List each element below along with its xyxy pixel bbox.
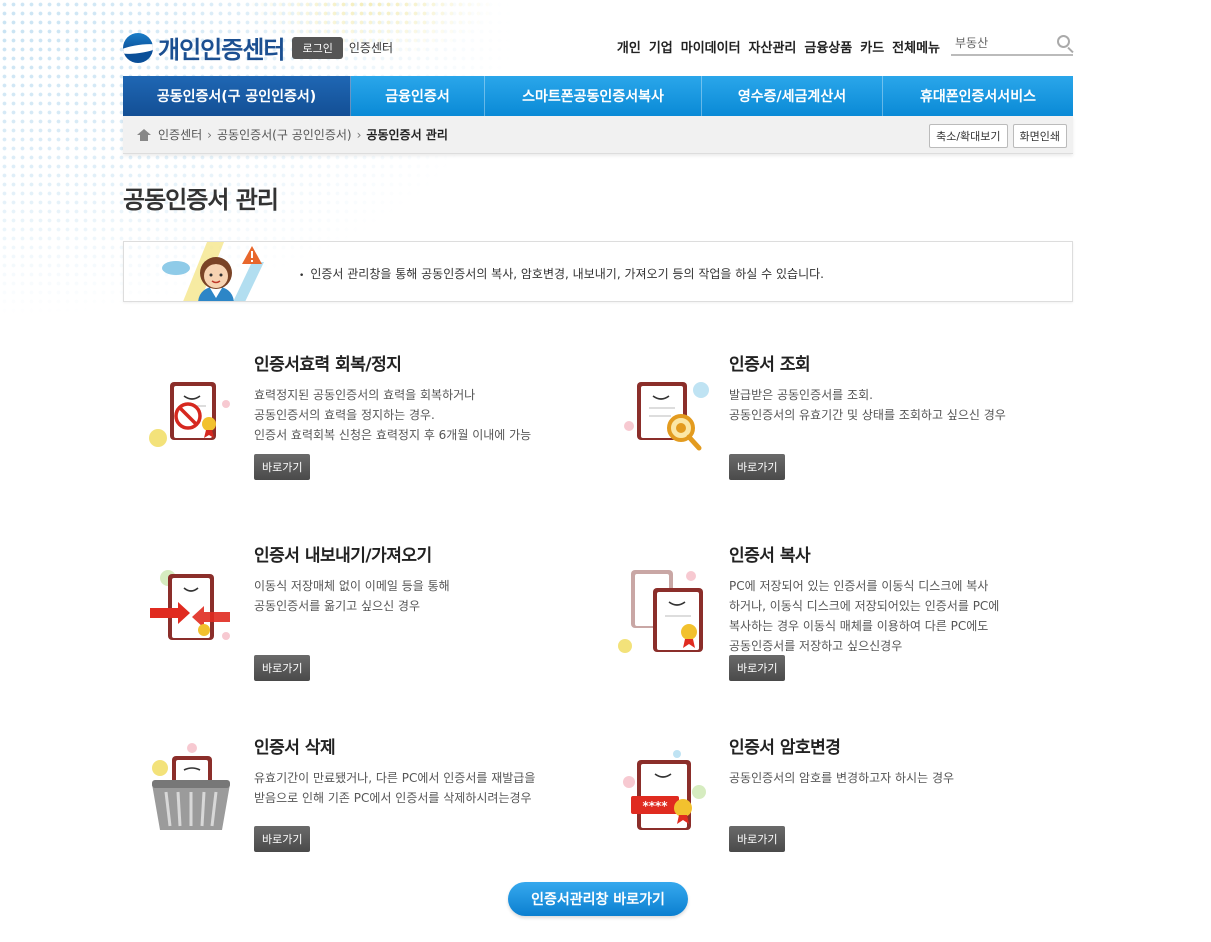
top-menu-all[interactable]: 전체메뉴	[892, 37, 940, 56]
go-button-password-change[interactable]: 바로가기	[729, 826, 786, 852]
go-button-delete[interactable]: 바로가기	[254, 826, 311, 852]
card-description: 공동인증서의 암호를 변경하고자 하시는 경우	[729, 768, 1149, 788]
card-title: 인증서효력 회복/정지	[254, 355, 402, 375]
card-desc-line: 이동식 저장매체 없이 이메일 등을 통해	[254, 579, 450, 593]
card-lookup: 인증서 조회 발급받은 공동인증서를 조회. 공동인증서의 유효기간 및 상태를…	[729, 350, 1149, 425]
search-input[interactable]	[951, 33, 1051, 52]
breadcrumb: 인증센터 › 공동인증서(구 공인인증서) › 공동인증서 관리 축소/확대보기…	[123, 116, 1073, 154]
certificate-copy-icon	[618, 570, 703, 653]
certificate-search-icon	[624, 382, 709, 451]
chevron-right-icon: ›	[356, 127, 362, 142]
go-button-lookup[interactable]: 바로가기	[729, 454, 786, 480]
certificate-export-import-icon	[150, 570, 230, 640]
certificate-suspend-icon	[149, 382, 230, 447]
card-title: 인증서 복사	[729, 546, 811, 566]
search-icon[interactable]	[1057, 35, 1070, 48]
card-desc-line: 유효기간이 만료됐거나, 다른 PC에서 인증서를 재발급을	[254, 771, 536, 785]
nav-tab-receipt[interactable]: 영수증/세금계산서	[702, 76, 883, 116]
nav-tab-mobile-certificate[interactable]: 휴대폰인증서서비스	[883, 76, 1073, 116]
info-box: 인증서 관리창을 통해 공동인증서의 복사, 암호변경, 내보내기, 가져오기 …	[123, 241, 1073, 302]
card-description: 이동식 저장매체 없이 이메일 등을 통해 공동인증서를 옮기고 싶으신 경우	[254, 576, 674, 616]
card-description: PC에 저장되어 있는 인증서를 이동식 디스크에 복사 하거나, 이동식 디스…	[729, 576, 1149, 656]
card-desc-line: 발급받은 공동인증서를 조회.	[729, 388, 873, 402]
top-menu-asset[interactable]: 자산관리	[749, 37, 797, 56]
nav-tab-smartphone-copy[interactable]: 스마트폰공동인증서복사	[485, 76, 702, 116]
top-menu-card[interactable]: 카드	[860, 37, 884, 56]
login-button[interactable]: 로그인	[292, 36, 343, 59]
helper-character-illustration	[162, 242, 264, 301]
breadcrumb-tools: 축소/확대보기 화면인쇄	[929, 124, 1067, 148]
top-menu-business[interactable]: 기업	[649, 37, 673, 56]
nav-tab-joint-certificate[interactable]: 공동인증서(구 공인인증서)	[123, 76, 351, 116]
card-desc-line: 효력정지된 공동인증서의 효력을 회복하거나	[254, 388, 476, 402]
top-menu-mydata[interactable]: 마이데이터	[681, 37, 741, 56]
search-box	[951, 32, 1073, 56]
chevron-right-icon: ›	[207, 127, 212, 142]
card-description: 효력정지된 공동인증서의 효력을 회복하거나 공동인증서의 효력을 정지하는 경…	[254, 385, 674, 445]
certificate-delete-icon	[152, 743, 230, 830]
go-button-export-import[interactable]: 바로가기	[254, 655, 311, 681]
card-export-import: 인증서 내보내기/가져오기 이동식 저장매체 없이 이메일 등을 통해 공동인증…	[254, 541, 674, 616]
logo-icon	[123, 32, 153, 63]
card-desc-line: 공동인증서의 암호를 변경하고자 하시는 경우	[729, 771, 955, 785]
nav-tab-financial-certificate[interactable]: 금융인증서	[351, 76, 485, 116]
certificate-password-icon: ****	[623, 750, 706, 830]
card-description: 유효기간이 만료됐거나, 다른 PC에서 인증서를 재발급을 받음으로 인해 기…	[254, 768, 674, 808]
card-copy: 인증서 복사 PC에 저장되어 있는 인증서를 이동식 디스크에 복사 하거나,…	[729, 541, 1149, 656]
top-menu-products[interactable]: 금융상품	[804, 37, 852, 56]
card-desc-line: 공동인증서의 효력을 정지하는 경우.	[254, 408, 435, 422]
card-desc-line: 받음으로 인해 기존 PC에서 인증서를 삭제하시려는경우	[254, 791, 532, 805]
info-text: 인증서 관리창을 통해 공동인증서의 복사, 암호변경, 내보내기, 가져오기 …	[299, 265, 824, 282]
card-title: 인증서 조회	[729, 355, 811, 375]
breadcrumb-item[interactable]: 인증센터	[158, 126, 202, 143]
zoom-button[interactable]: 축소/확대보기	[929, 124, 1008, 148]
card-desc-line: 복사하는 경우 이동식 매체를 이용하여 다른 PC에도	[729, 619, 989, 633]
center-label: 인증센터	[348, 41, 394, 55]
logo[interactable]: 개인인증센터 로그인 인증센터	[123, 30, 393, 65]
card-description: 발급받은 공동인증서를 조회. 공동인증서의 유효기간 및 상태를 조회하고 싶…	[729, 385, 1149, 425]
main-nav: 공동인증서(구 공인인증서) 금융인증서 스마트폰공동인증서복사 영수증/세금계…	[123, 76, 1073, 116]
page-wrapper: 개인인증센터 로그인 인증센터 개인 기업 마이데이터 자산관리 금융상품 카드…	[123, 0, 1073, 302]
card-desc-line: 공동인증서의 유효기간 및 상태를 조회하고 싶으신 경우	[729, 408, 1006, 422]
card-desc-line: 하거나, 이동식 디스크에 저장되어있는 인증서를 PC에	[729, 599, 1000, 613]
card-suspend-restore: 인증서효력 회복/정지 효력정지된 공동인증서의 효력을 회복하거나 공동인증서…	[254, 350, 674, 445]
breadcrumb-item[interactable]: 공동인증서(구 공인인증서)	[217, 126, 352, 143]
certificate-manager-button[interactable]: 인증서관리창 바로가기	[508, 882, 688, 916]
card-desc-line: 공동인증서를 저장하고 싶으신경우	[729, 639, 903, 653]
card-desc-line: 공동인증서를 옮기고 싶으신 경우	[254, 599, 421, 613]
card-title: 인증서 암호변경	[729, 738, 841, 758]
card-title: 인증서 삭제	[254, 738, 336, 758]
print-button[interactable]: 화면인쇄	[1012, 124, 1067, 148]
card-password-change: 인증서 암호변경 공동인증서의 암호를 변경하고자 하시는 경우	[729, 733, 1149, 788]
breadcrumb-current: 공동인증서 관리	[366, 128, 448, 142]
card-delete: 인증서 삭제 유효기간이 만료됐거나, 다른 PC에서 인증서를 재발급을 받음…	[254, 733, 674, 808]
home-icon[interactable]	[137, 128, 151, 141]
go-button-copy[interactable]: 바로가기	[729, 655, 786, 681]
password-mask: ****	[642, 799, 668, 813]
header: 개인인증센터 로그인 인증센터 개인 기업 마이데이터 자산관리 금융상품 카드…	[123, 0, 1073, 76]
page-title: 공동인증서 관리	[123, 186, 279, 214]
card-title: 인증서 내보내기/가져오기	[254, 546, 432, 566]
go-button-suspend-restore[interactable]: 바로가기	[254, 454, 311, 480]
card-desc-line: PC에 저장되어 있는 인증서를 이동식 디스크에 복사	[729, 579, 989, 593]
card-desc-line: 인증서 효력회복 신청은 효력정지 후 6개월 이내에 가능	[254, 428, 532, 442]
top-menu-personal[interactable]: 개인	[617, 37, 641, 56]
top-menu: 개인 기업 마이데이터 자산관리 금융상품 카드 전체메뉴	[617, 37, 940, 56]
logo-text: 개인인증센터	[158, 37, 285, 64]
